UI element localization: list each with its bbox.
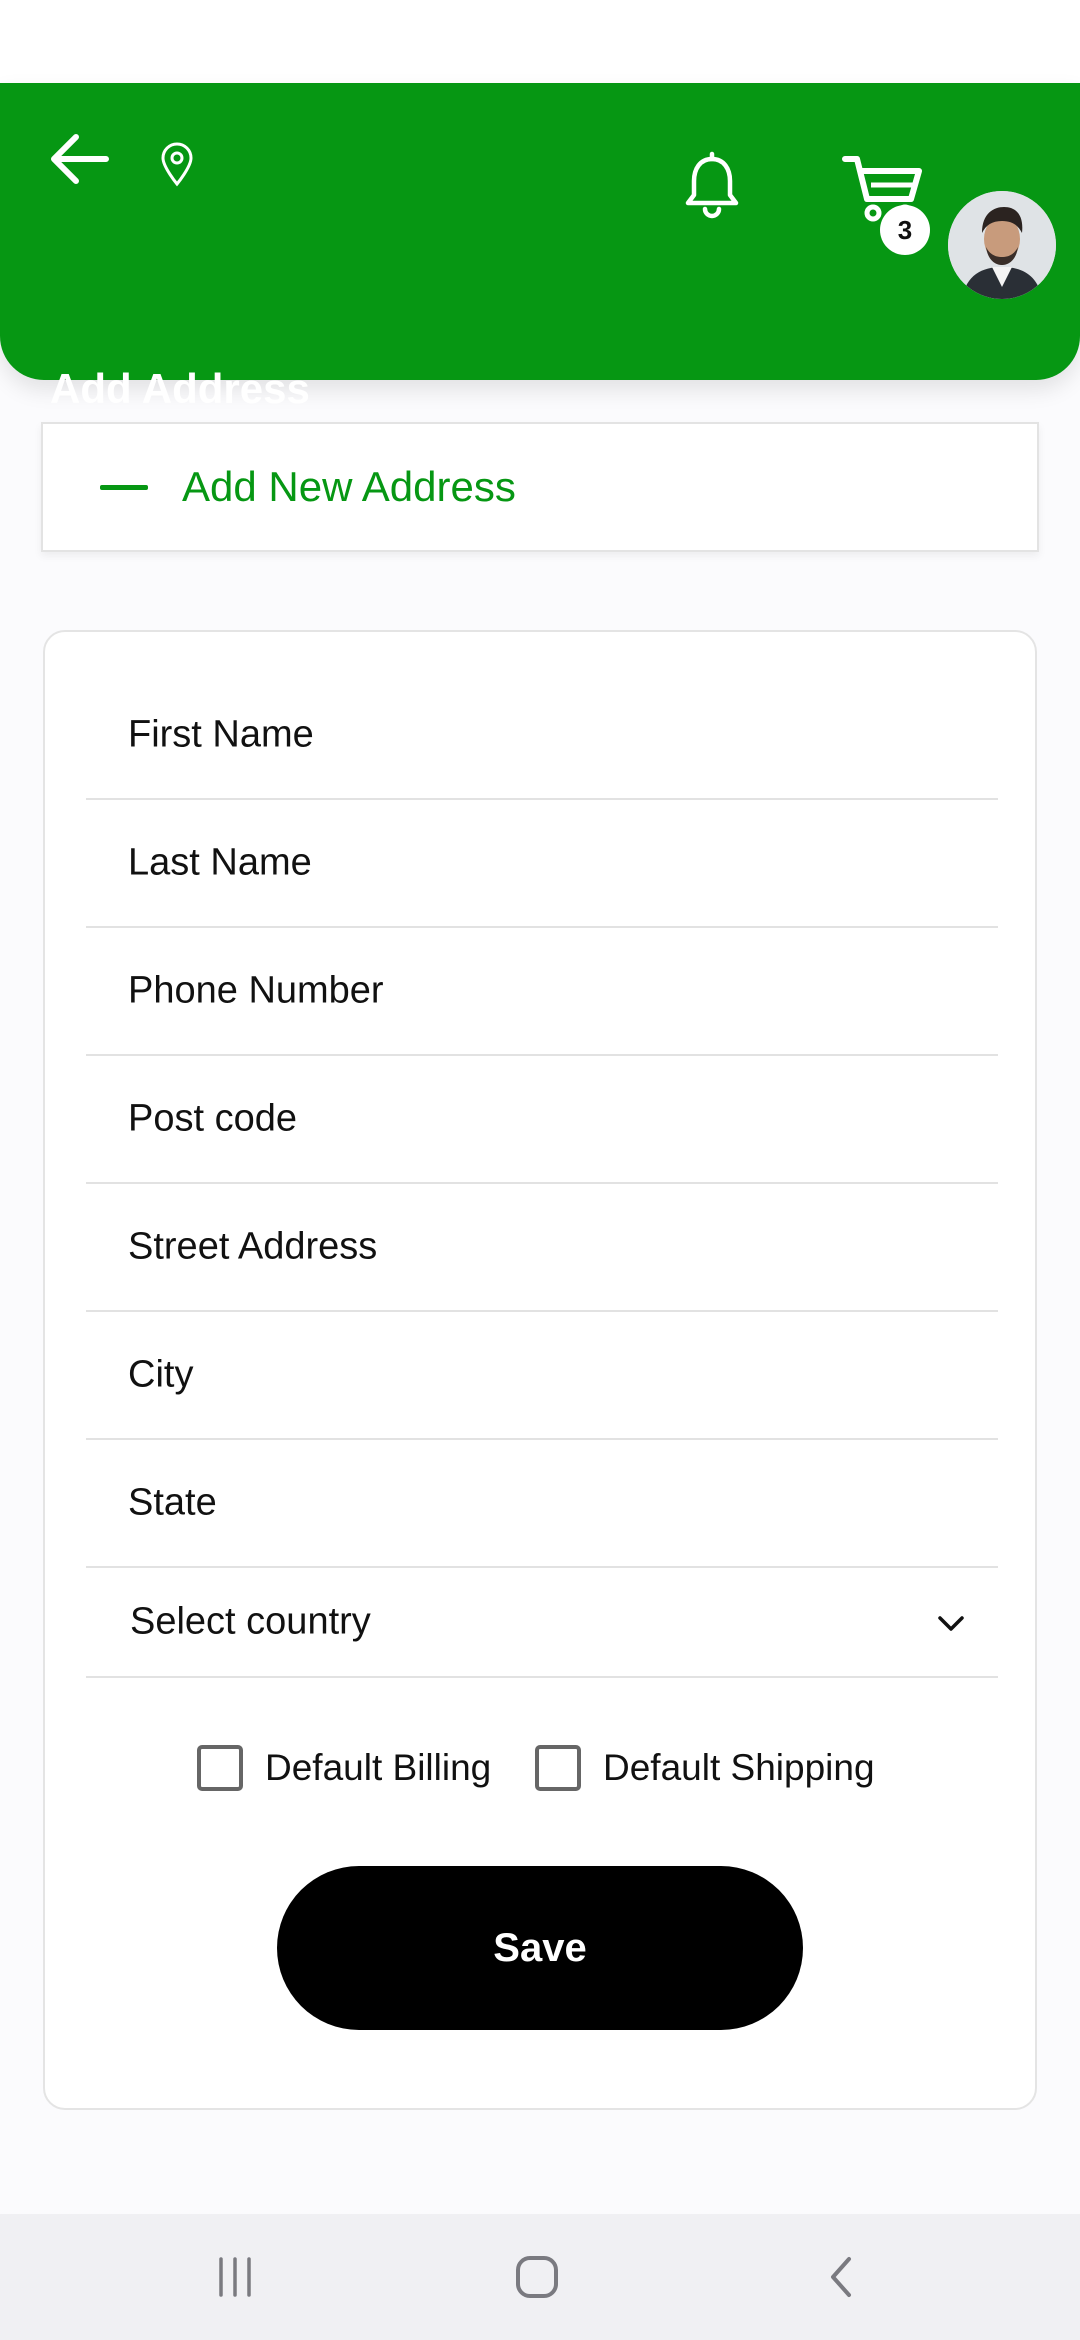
cart-count-badge: 3: [880, 205, 930, 255]
app-header: 3 Add Address: [0, 83, 1080, 412]
minus-icon: [100, 484, 148, 490]
add-new-address-label: Add New Address: [182, 463, 516, 510]
back-chevron-icon: [831, 2257, 851, 2297]
page-title: Add Address: [50, 365, 310, 412]
phone-number-placeholder: Phone Number: [128, 969, 384, 1012]
checkbox-box: [535, 1745, 581, 1791]
state-field[interactable]: State: [86, 1440, 998, 1568]
checkbox-box: [197, 1745, 243, 1791]
post-code-placeholder: Post code: [128, 1097, 297, 1140]
bell-icon: [685, 151, 739, 219]
address-form: First Name Last Name Phone Number Post c…: [43, 630, 1037, 2110]
status-bar: [0, 0, 1080, 83]
city-field[interactable]: City: [86, 1312, 998, 1440]
country-select-value: Select country: [130, 1600, 371, 1643]
notifications-button[interactable]: [674, 143, 750, 229]
home-button[interactable]: [502, 2242, 572, 2312]
default-shipping-checkbox[interactable]: Default Shipping: [535, 1738, 875, 1798]
back-nav-button[interactable]: [806, 2242, 876, 2312]
first-name-placeholder: First Name: [128, 713, 314, 756]
default-billing-label: Default Billing: [265, 1747, 492, 1788]
add-new-address-toggle[interactable]: Add New Address: [41, 422, 1039, 552]
save-button[interactable]: Save: [277, 1866, 803, 2030]
default-shipping-label: Default Shipping: [603, 1747, 875, 1788]
recents-icon: [219, 2257, 251, 2297]
location-pin-icon: [161, 142, 193, 187]
first-name-field[interactable]: First Name: [86, 672, 998, 800]
last-name-field[interactable]: Last Name: [86, 800, 998, 928]
home-icon: [516, 2256, 558, 2298]
city-placeholder: City: [128, 1353, 194, 1396]
country-select[interactable]: Select country: [86, 1568, 998, 1678]
post-code-field[interactable]: Post code: [86, 1056, 998, 1184]
location-button[interactable]: [152, 139, 202, 189]
default-options: Default Billing Default Shipping: [45, 1738, 1039, 1798]
last-name-placeholder: Last Name: [128, 841, 312, 884]
state-placeholder: State: [128, 1481, 217, 1524]
back-button[interactable]: [38, 119, 118, 199]
default-billing-checkbox[interactable]: Default Billing: [197, 1738, 491, 1798]
phone-number-field[interactable]: Phone Number: [86, 928, 998, 1056]
street-address-placeholder: Street Address: [128, 1225, 378, 1268]
system-navigation-bar: [0, 2214, 1080, 2340]
recents-button[interactable]: [200, 2242, 270, 2312]
arrow-left-icon: [51, 134, 109, 184]
user-avatar-image: [948, 191, 1056, 299]
street-address-field[interactable]: Street Address: [86, 1184, 998, 1312]
avatar[interactable]: [948, 191, 1056, 299]
chevron-down-icon: [938, 1616, 964, 1631]
